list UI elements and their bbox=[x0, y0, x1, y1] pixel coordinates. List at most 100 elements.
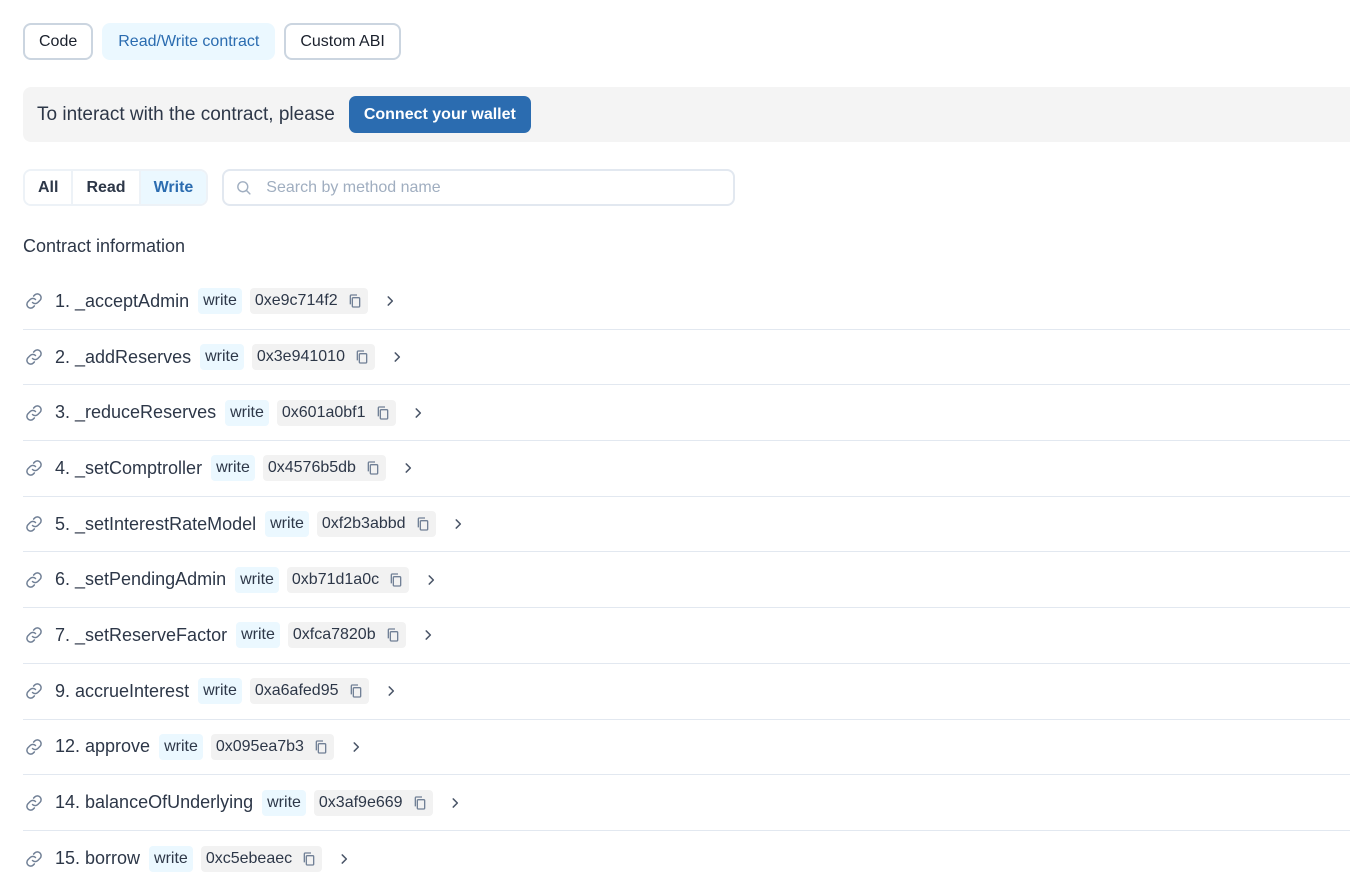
method-selector-value: 0x601a0bf1 bbox=[281, 403, 366, 421]
method-selector-value: 0xb71d1a0c bbox=[291, 570, 380, 588]
method-row[interactable]: 12. approve write 0x095ea7b3 bbox=[23, 720, 1350, 776]
copy-icon[interactable] bbox=[300, 850, 318, 868]
copy-icon[interactable] bbox=[312, 738, 330, 756]
chevron-right-icon[interactable] bbox=[410, 405, 426, 421]
method-name: 14. balanceOfUnderlying bbox=[55, 792, 254, 813]
copy-icon[interactable] bbox=[387, 571, 405, 589]
method-row[interactable]: 4. _setComptroller write 0x4576b5db bbox=[23, 441, 1350, 497]
section-title: Contract information bbox=[23, 236, 186, 256]
tab-read-write-contract[interactable]: Read/Write contract bbox=[102, 23, 276, 60]
method-name: 6. _setPendingAdmin bbox=[55, 569, 227, 590]
filter-read-button[interactable]: Read bbox=[73, 171, 141, 204]
method-selector: 0xe9c714f2 bbox=[249, 288, 368, 315]
chevron-right-icon[interactable] bbox=[389, 349, 405, 365]
copy-icon[interactable] bbox=[346, 292, 364, 310]
link-icon[interactable] bbox=[24, 291, 44, 311]
filter-row: All Read Write bbox=[23, 169, 736, 206]
method-row[interactable]: 6. _setPendingAdmin write 0xb71d1a0c bbox=[23, 552, 1350, 609]
method-selector-value: 0x095ea7b3 bbox=[215, 737, 304, 755]
method-type-filter: All Read Write bbox=[23, 169, 209, 206]
link-icon[interactable] bbox=[24, 403, 44, 423]
link-icon[interactable] bbox=[24, 849, 44, 869]
method-selector-value: 0xfca7820b bbox=[292, 626, 376, 644]
chevron-right-icon[interactable] bbox=[423, 572, 439, 588]
method-selector: 0xf2b3abbd bbox=[316, 511, 436, 538]
method-type-badge: write bbox=[198, 288, 242, 315]
method-row[interactable]: 3. _reduceReserves write 0x601a0bf1 bbox=[23, 385, 1350, 442]
tab-custom-abi[interactable]: Custom ABI bbox=[284, 23, 401, 60]
link-icon[interactable] bbox=[24, 347, 44, 367]
method-row[interactable]: 7. _setReserveFactor write 0xfca7820b bbox=[23, 608, 1350, 664]
method-type-badge: write bbox=[262, 789, 306, 816]
method-type-badge: write bbox=[159, 733, 203, 760]
link-icon[interactable] bbox=[24, 514, 44, 534]
copy-icon[interactable] bbox=[411, 794, 429, 812]
copy-icon[interactable] bbox=[384, 626, 402, 644]
method-row[interactable]: 2. _addReserves write 0x3e941010 bbox=[23, 330, 1350, 386]
chevron-right-icon[interactable] bbox=[420, 627, 436, 643]
method-name: 12. approve bbox=[55, 736, 151, 757]
copy-icon[interactable] bbox=[414, 515, 432, 533]
method-row[interactable]: 15. borrow write 0xc5ebeaec bbox=[23, 831, 1350, 876]
link-icon[interactable] bbox=[24, 737, 44, 757]
wallet-banner: To interact with the contract, please Co… bbox=[23, 87, 1350, 142]
method-selector-value: 0xf2b3abbd bbox=[321, 515, 406, 533]
method-selector: 0x3e941010 bbox=[251, 344, 375, 371]
link-icon[interactable] bbox=[24, 681, 44, 701]
method-type-badge: write bbox=[225, 399, 269, 426]
method-name: 1. _acceptAdmin bbox=[55, 290, 190, 311]
link-icon[interactable] bbox=[24, 570, 44, 590]
chevron-right-icon[interactable] bbox=[447, 795, 463, 811]
page: Code Read/Write contract Custom ABI To i… bbox=[0, 0, 1350, 876]
method-name: 7. _setReserveFactor bbox=[55, 624, 228, 645]
chevron-right-icon[interactable] bbox=[382, 293, 398, 309]
method-selector-value: 0x4576b5db bbox=[267, 459, 356, 477]
method-selector-value: 0x3af9e669 bbox=[318, 793, 403, 811]
chevron-right-icon[interactable] bbox=[383, 683, 399, 699]
link-icon[interactable] bbox=[24, 793, 44, 813]
method-selector: 0xa6afed95 bbox=[249, 678, 369, 705]
tab-code[interactable]: Code bbox=[23, 23, 94, 60]
copy-icon[interactable] bbox=[364, 459, 382, 477]
method-type-badge: write bbox=[149, 845, 193, 872]
link-icon[interactable] bbox=[24, 625, 44, 645]
method-type-badge: write bbox=[200, 344, 244, 371]
method-row[interactable]: 5. _setInterestRateModel write 0xf2b3abb… bbox=[23, 497, 1350, 553]
method-selector: 0x3af9e669 bbox=[313, 789, 433, 816]
method-selector-value: 0xc5ebeaec bbox=[205, 849, 293, 867]
chevron-right-icon[interactable] bbox=[336, 851, 352, 867]
method-selector: 0xb71d1a0c bbox=[286, 566, 410, 593]
method-name: 9. accrueInterest bbox=[55, 680, 190, 701]
copy-icon[interactable] bbox=[374, 404, 392, 422]
method-type-badge: write bbox=[235, 566, 279, 593]
method-row[interactable]: 1. _acceptAdmin write 0xe9c714f2 bbox=[23, 274, 1350, 330]
connect-wallet-button[interactable]: Connect your wallet bbox=[348, 96, 531, 133]
method-name: 15. borrow bbox=[55, 848, 141, 869]
search-box[interactable] bbox=[222, 169, 736, 206]
method-name: 2. _addReserves bbox=[55, 346, 192, 367]
method-selector-value: 0xe9c714f2 bbox=[254, 292, 338, 310]
method-type-badge: write bbox=[198, 678, 242, 705]
method-name: 5. _setInterestRateModel bbox=[55, 513, 257, 534]
method-type-badge: write bbox=[265, 511, 309, 538]
method-name: 3. _reduceReserves bbox=[55, 402, 217, 423]
copy-icon[interactable] bbox=[347, 682, 365, 700]
chevron-right-icon[interactable] bbox=[348, 739, 364, 755]
method-row[interactable]: 14. balanceOfUnderlying write 0x3af9e669 bbox=[23, 775, 1350, 831]
chevron-right-icon[interactable] bbox=[450, 516, 466, 532]
filter-all-button[interactable]: All bbox=[25, 171, 74, 204]
copy-icon[interactable] bbox=[353, 348, 371, 366]
method-selector-value: 0xa6afed95 bbox=[254, 682, 339, 700]
search-icon bbox=[234, 179, 252, 197]
filter-write-button[interactable]: Write bbox=[140, 171, 207, 204]
method-selector: 0x095ea7b3 bbox=[210, 733, 334, 760]
method-selector: 0x601a0bf1 bbox=[276, 399, 396, 426]
method-selector-value: 0x3e941010 bbox=[256, 348, 345, 366]
wallet-banner-text: To interact with the contract, please bbox=[37, 103, 335, 125]
method-row[interactable]: 9. accrueInterest write 0xa6afed95 bbox=[23, 664, 1350, 720]
method-selector: 0xc5ebeaec bbox=[200, 845, 323, 872]
link-icon[interactable] bbox=[24, 458, 44, 478]
method-selector: 0xfca7820b bbox=[287, 622, 406, 649]
chevron-right-icon[interactable] bbox=[400, 460, 416, 476]
search-input[interactable] bbox=[266, 178, 707, 197]
